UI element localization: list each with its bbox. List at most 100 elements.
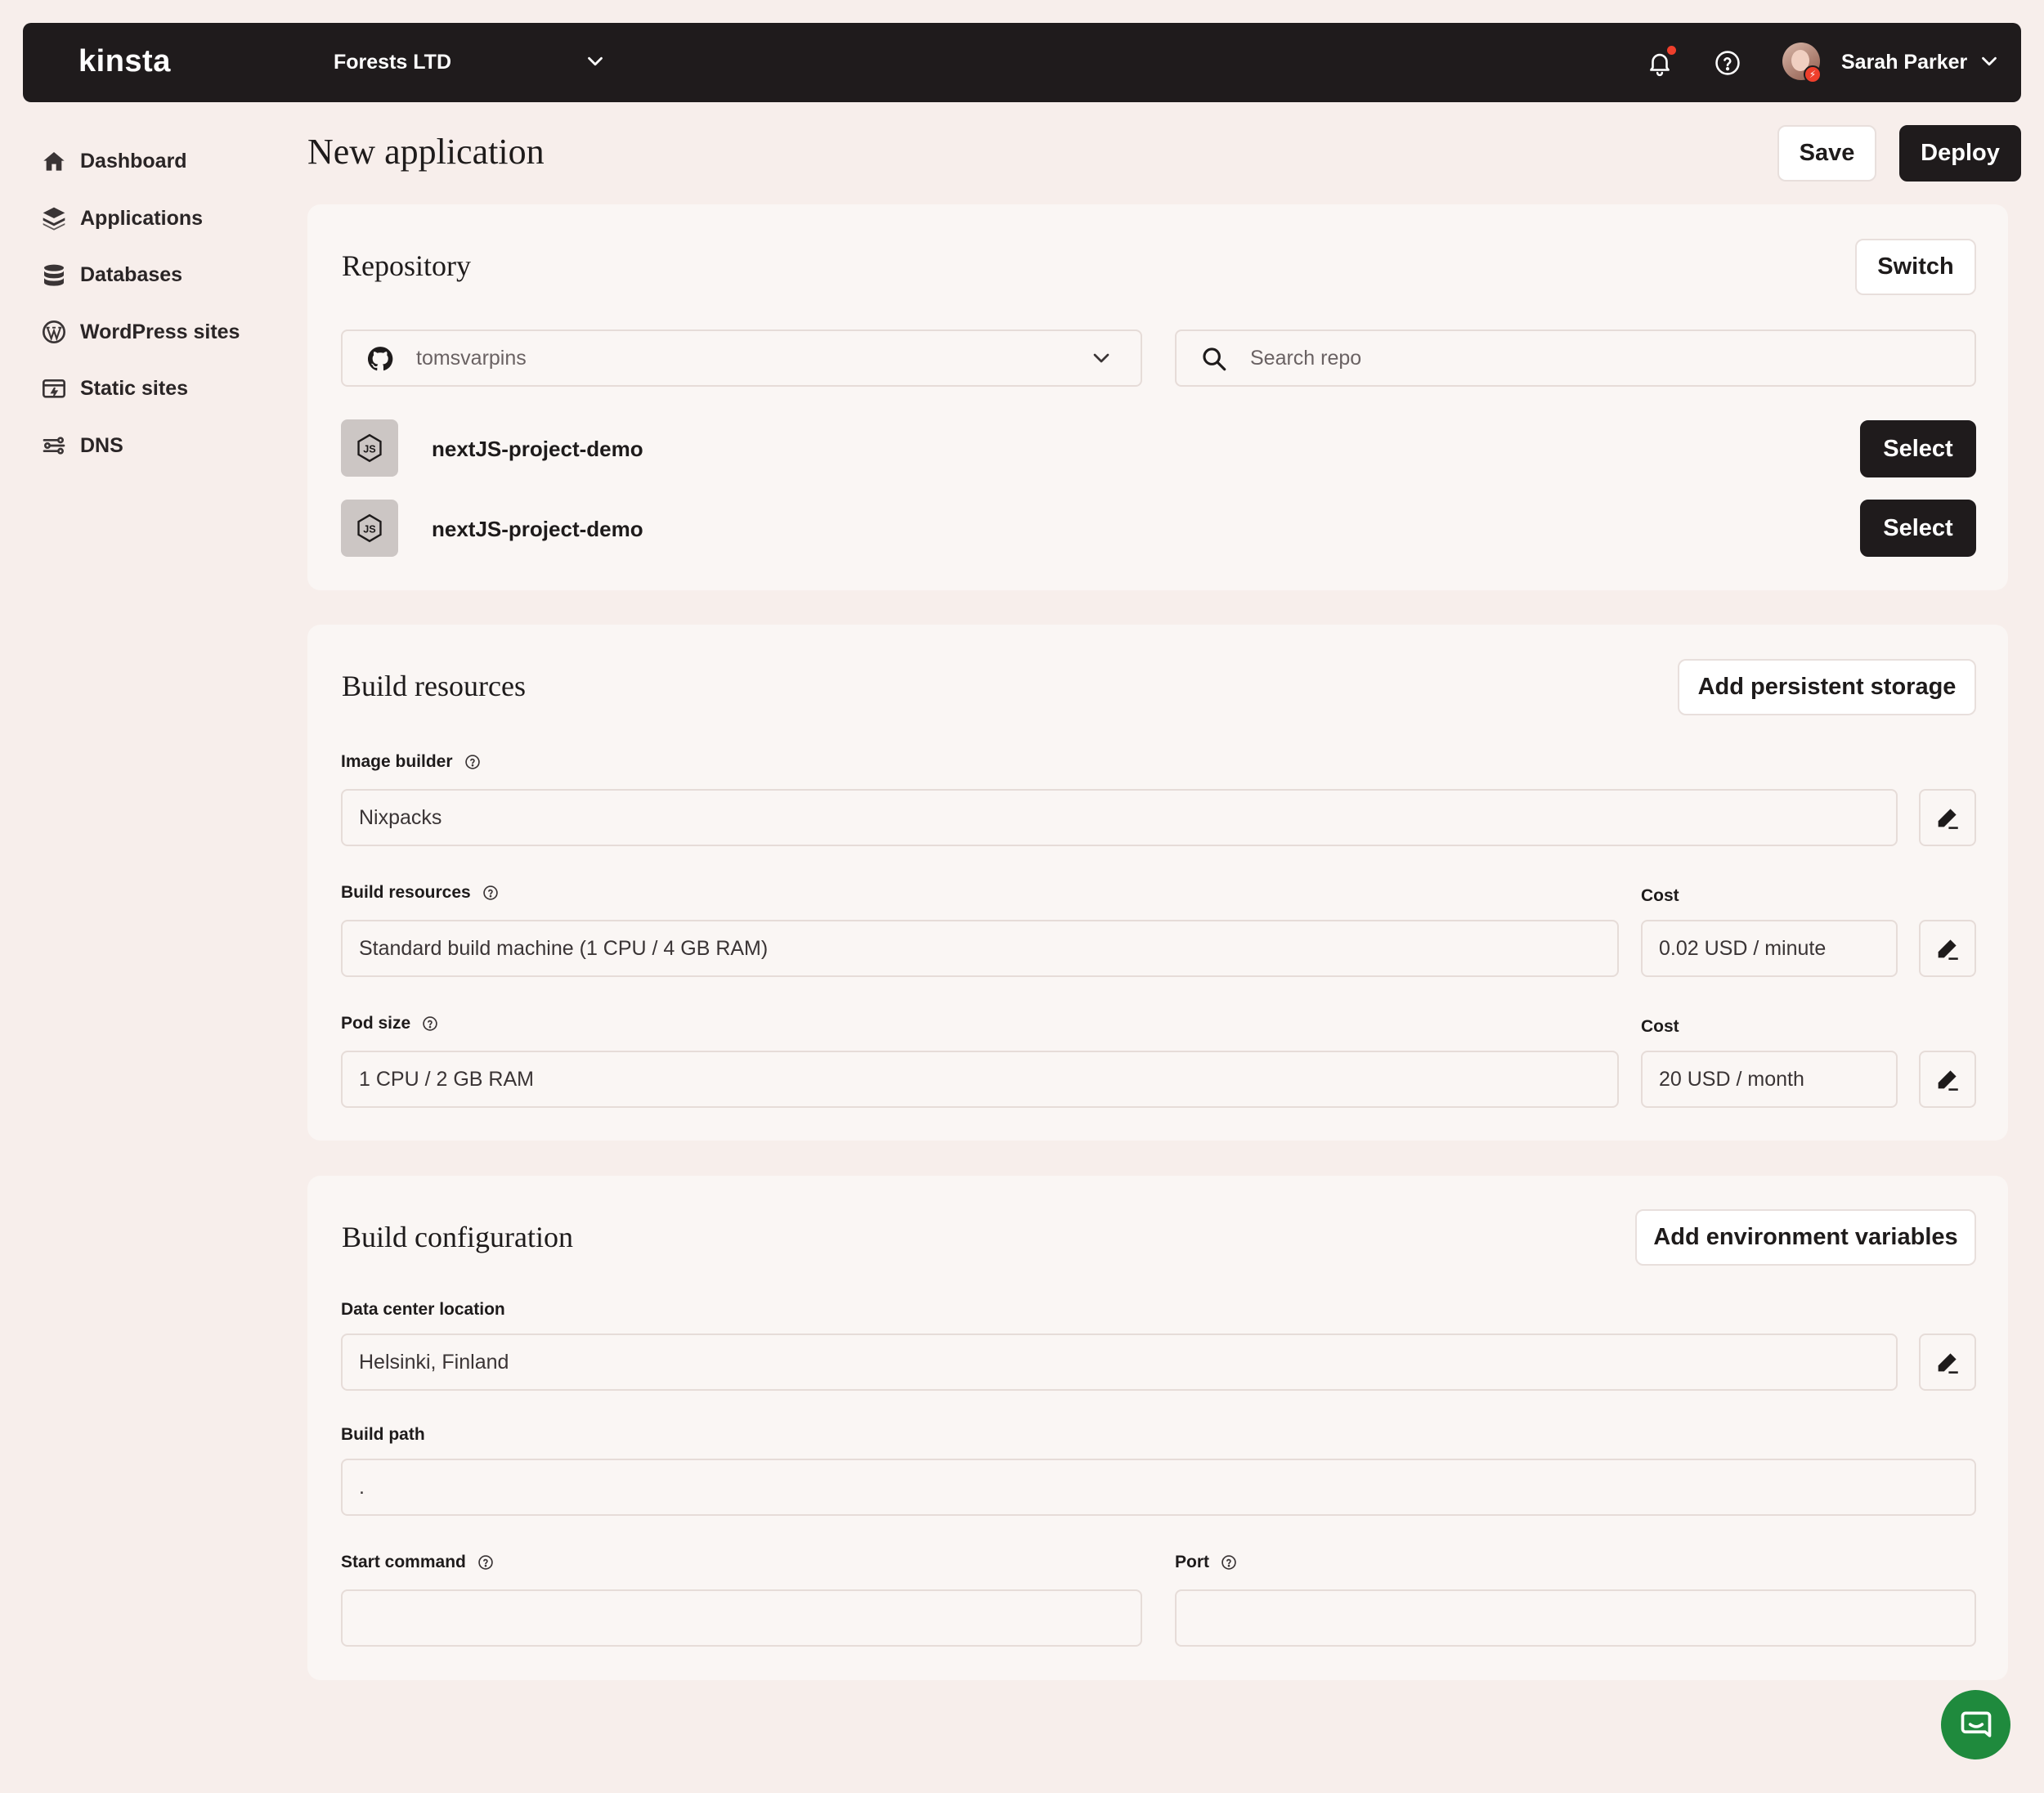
page-title: New application [307, 132, 545, 172]
company-selector[interactable]: Forests LTD [334, 51, 451, 74]
build-path-input[interactable]: . [341, 1459, 1976, 1516]
sidebar-item-label: Static sites [80, 377, 189, 401]
help-icon[interactable] [477, 1554, 494, 1571]
build-resources-label: Build resources [341, 883, 499, 903]
edit-image-builder-button[interactable] [1919, 789, 1976, 846]
pod-cost-field: 20 USD / month [1641, 1051, 1898, 1108]
help-icon[interactable] [1714, 49, 1741, 77]
sidebar-item-wordpress-sites[interactable]: WordPress sites [41, 304, 286, 361]
pencil-icon [1938, 809, 1958, 829]
github-icon [367, 347, 393, 371]
image-builder-field[interactable]: Nixpacks [341, 789, 1898, 846]
user-name[interactable]: Sarah Parker [1841, 51, 1967, 74]
notification-dot [1667, 46, 1676, 55]
search-repo-input[interactable]: Search repo [1175, 329, 1976, 387]
pencil-icon [1938, 1353, 1958, 1374]
pencil-icon [1938, 939, 1958, 960]
build-configuration-card: Build configuration Add environment vari… [307, 1176, 2008, 1680]
account-select[interactable]: tomsvarpins [341, 329, 1142, 387]
field-value: Helsinki, Finland [359, 1350, 509, 1374]
nodejs-icon: JS [341, 500, 398, 557]
field-value: Standard build machine (1 CPU / 4 GB RAM… [359, 936, 769, 960]
help-icon[interactable] [464, 754, 481, 770]
field-value: 0.02 USD / minute [1659, 936, 1827, 960]
top-bar: kinsta Forests LTD ⚡ Sarah Parker [23, 23, 2021, 102]
port-input[interactable] [1175, 1589, 1976, 1647]
image-builder-label: Image builder [341, 752, 481, 772]
label-text: Port [1175, 1553, 1209, 1571]
edit-pod-size-button[interactable] [1919, 1051, 1976, 1108]
wordpress-icon [43, 320, 65, 344]
search-placeholder: Search repo [1250, 346, 1362, 370]
edit-build-resources-button[interactable] [1919, 920, 1976, 977]
deploy-button[interactable]: Deploy [1899, 125, 2021, 182]
field-value: 20 USD / month [1659, 1067, 1804, 1091]
svg-text:JS: JS [363, 444, 375, 455]
repo-name: nextJS-project-demo [432, 437, 643, 461]
build-resources-card: Build resources Add persistent storage I… [307, 625, 2008, 1141]
build-cost-field: 0.02 USD / minute [1641, 920, 1898, 977]
dns-icon [43, 437, 65, 455]
edit-data-center-button[interactable] [1919, 1334, 1976, 1391]
add-persistent-storage-button[interactable]: Add persistent storage [1678, 659, 1976, 715]
chat-icon [1961, 1711, 1991, 1737]
label-text: Start command [341, 1553, 466, 1571]
static-site-icon [43, 379, 65, 398]
label-text: Image builder [341, 752, 453, 771]
port-label: Port [1175, 1553, 1237, 1572]
chevron-down-icon[interactable] [1977, 49, 2001, 74]
chevron-down-icon[interactable] [583, 49, 607, 74]
build-configuration-title: Build configuration [342, 1221, 573, 1253]
build-resources-title: Build resources [342, 670, 526, 702]
switch-button[interactable]: Switch [1855, 239, 1976, 295]
lightning-icon: ⚡ [1804, 65, 1822, 83]
sidebar-item-databases[interactable]: Databases [41, 247, 286, 304]
pencil-icon [1938, 1070, 1958, 1091]
sidebar-item-label: Applications [80, 206, 204, 230]
home-icon [43, 151, 65, 171]
field-value: . [359, 1475, 365, 1499]
chevron-down-icon[interactable] [1088, 345, 1114, 371]
cost-label: Cost [1641, 886, 1679, 905]
sidebar-item-label: Databases [80, 263, 183, 287]
field-value: Nixpacks [359, 805, 442, 829]
repository-card: Repository Switch tomsvarpins Search rep… [307, 204, 2008, 590]
label-text: Pod size [341, 1014, 411, 1033]
data-center-label: Data center location [341, 1300, 505, 1319]
repository-title: Repository [342, 249, 471, 282]
save-button[interactable]: Save [1777, 125, 1876, 182]
sidebar-item-applications[interactable]: Applications [41, 191, 286, 248]
account-value: tomsvarpins [416, 346, 527, 370]
start-command-label: Start command [341, 1553, 494, 1572]
build-path-label: Build path [341, 1425, 425, 1444]
help-icon[interactable] [422, 1015, 438, 1032]
sidebar-item-label: DNS [80, 433, 123, 457]
pod-size-label: Pod size [341, 1014, 438, 1033]
label-text: Build resources [341, 883, 471, 902]
select-repo-button[interactable]: Select [1860, 420, 1976, 477]
start-command-input[interactable] [341, 1589, 1142, 1647]
sidebar: Dashboard Applications Databases WordPre… [41, 133, 286, 474]
select-repo-button[interactable]: Select [1860, 500, 1976, 557]
nodejs-icon: JS [341, 419, 398, 477]
build-resources-field[interactable]: Standard build machine (1 CPU / 4 GB RAM… [341, 920, 1619, 977]
chat-button[interactable] [1941, 1690, 2010, 1759]
sidebar-item-static-sites[interactable]: Static sites [41, 361, 286, 418]
add-environment-variables-button[interactable]: Add environment variables [1635, 1209, 1976, 1266]
svg-text:JS: JS [363, 524, 375, 536]
database-icon [44, 264, 64, 286]
cost-label: Cost [1641, 1017, 1679, 1036]
help-icon[interactable] [1221, 1554, 1237, 1571]
pod-size-field[interactable]: 1 CPU / 2 GB RAM [341, 1051, 1619, 1108]
sidebar-item-label: Dashboard [80, 150, 187, 173]
search-icon [1203, 347, 1226, 371]
sidebar-item-label: WordPress sites [80, 320, 240, 343]
kinsta-logo[interactable]: kinsta [78, 44, 171, 79]
field-value: 1 CPU / 2 GB RAM [359, 1067, 534, 1091]
sidebar-item-dashboard[interactable]: Dashboard [41, 133, 286, 191]
data-center-field[interactable]: Helsinki, Finland [341, 1334, 1898, 1391]
sidebar-item-dns[interactable]: DNS [41, 418, 286, 475]
help-icon[interactable] [482, 885, 499, 901]
layers-icon [43, 207, 65, 231]
repo-name: nextJS-project-demo [432, 517, 643, 541]
